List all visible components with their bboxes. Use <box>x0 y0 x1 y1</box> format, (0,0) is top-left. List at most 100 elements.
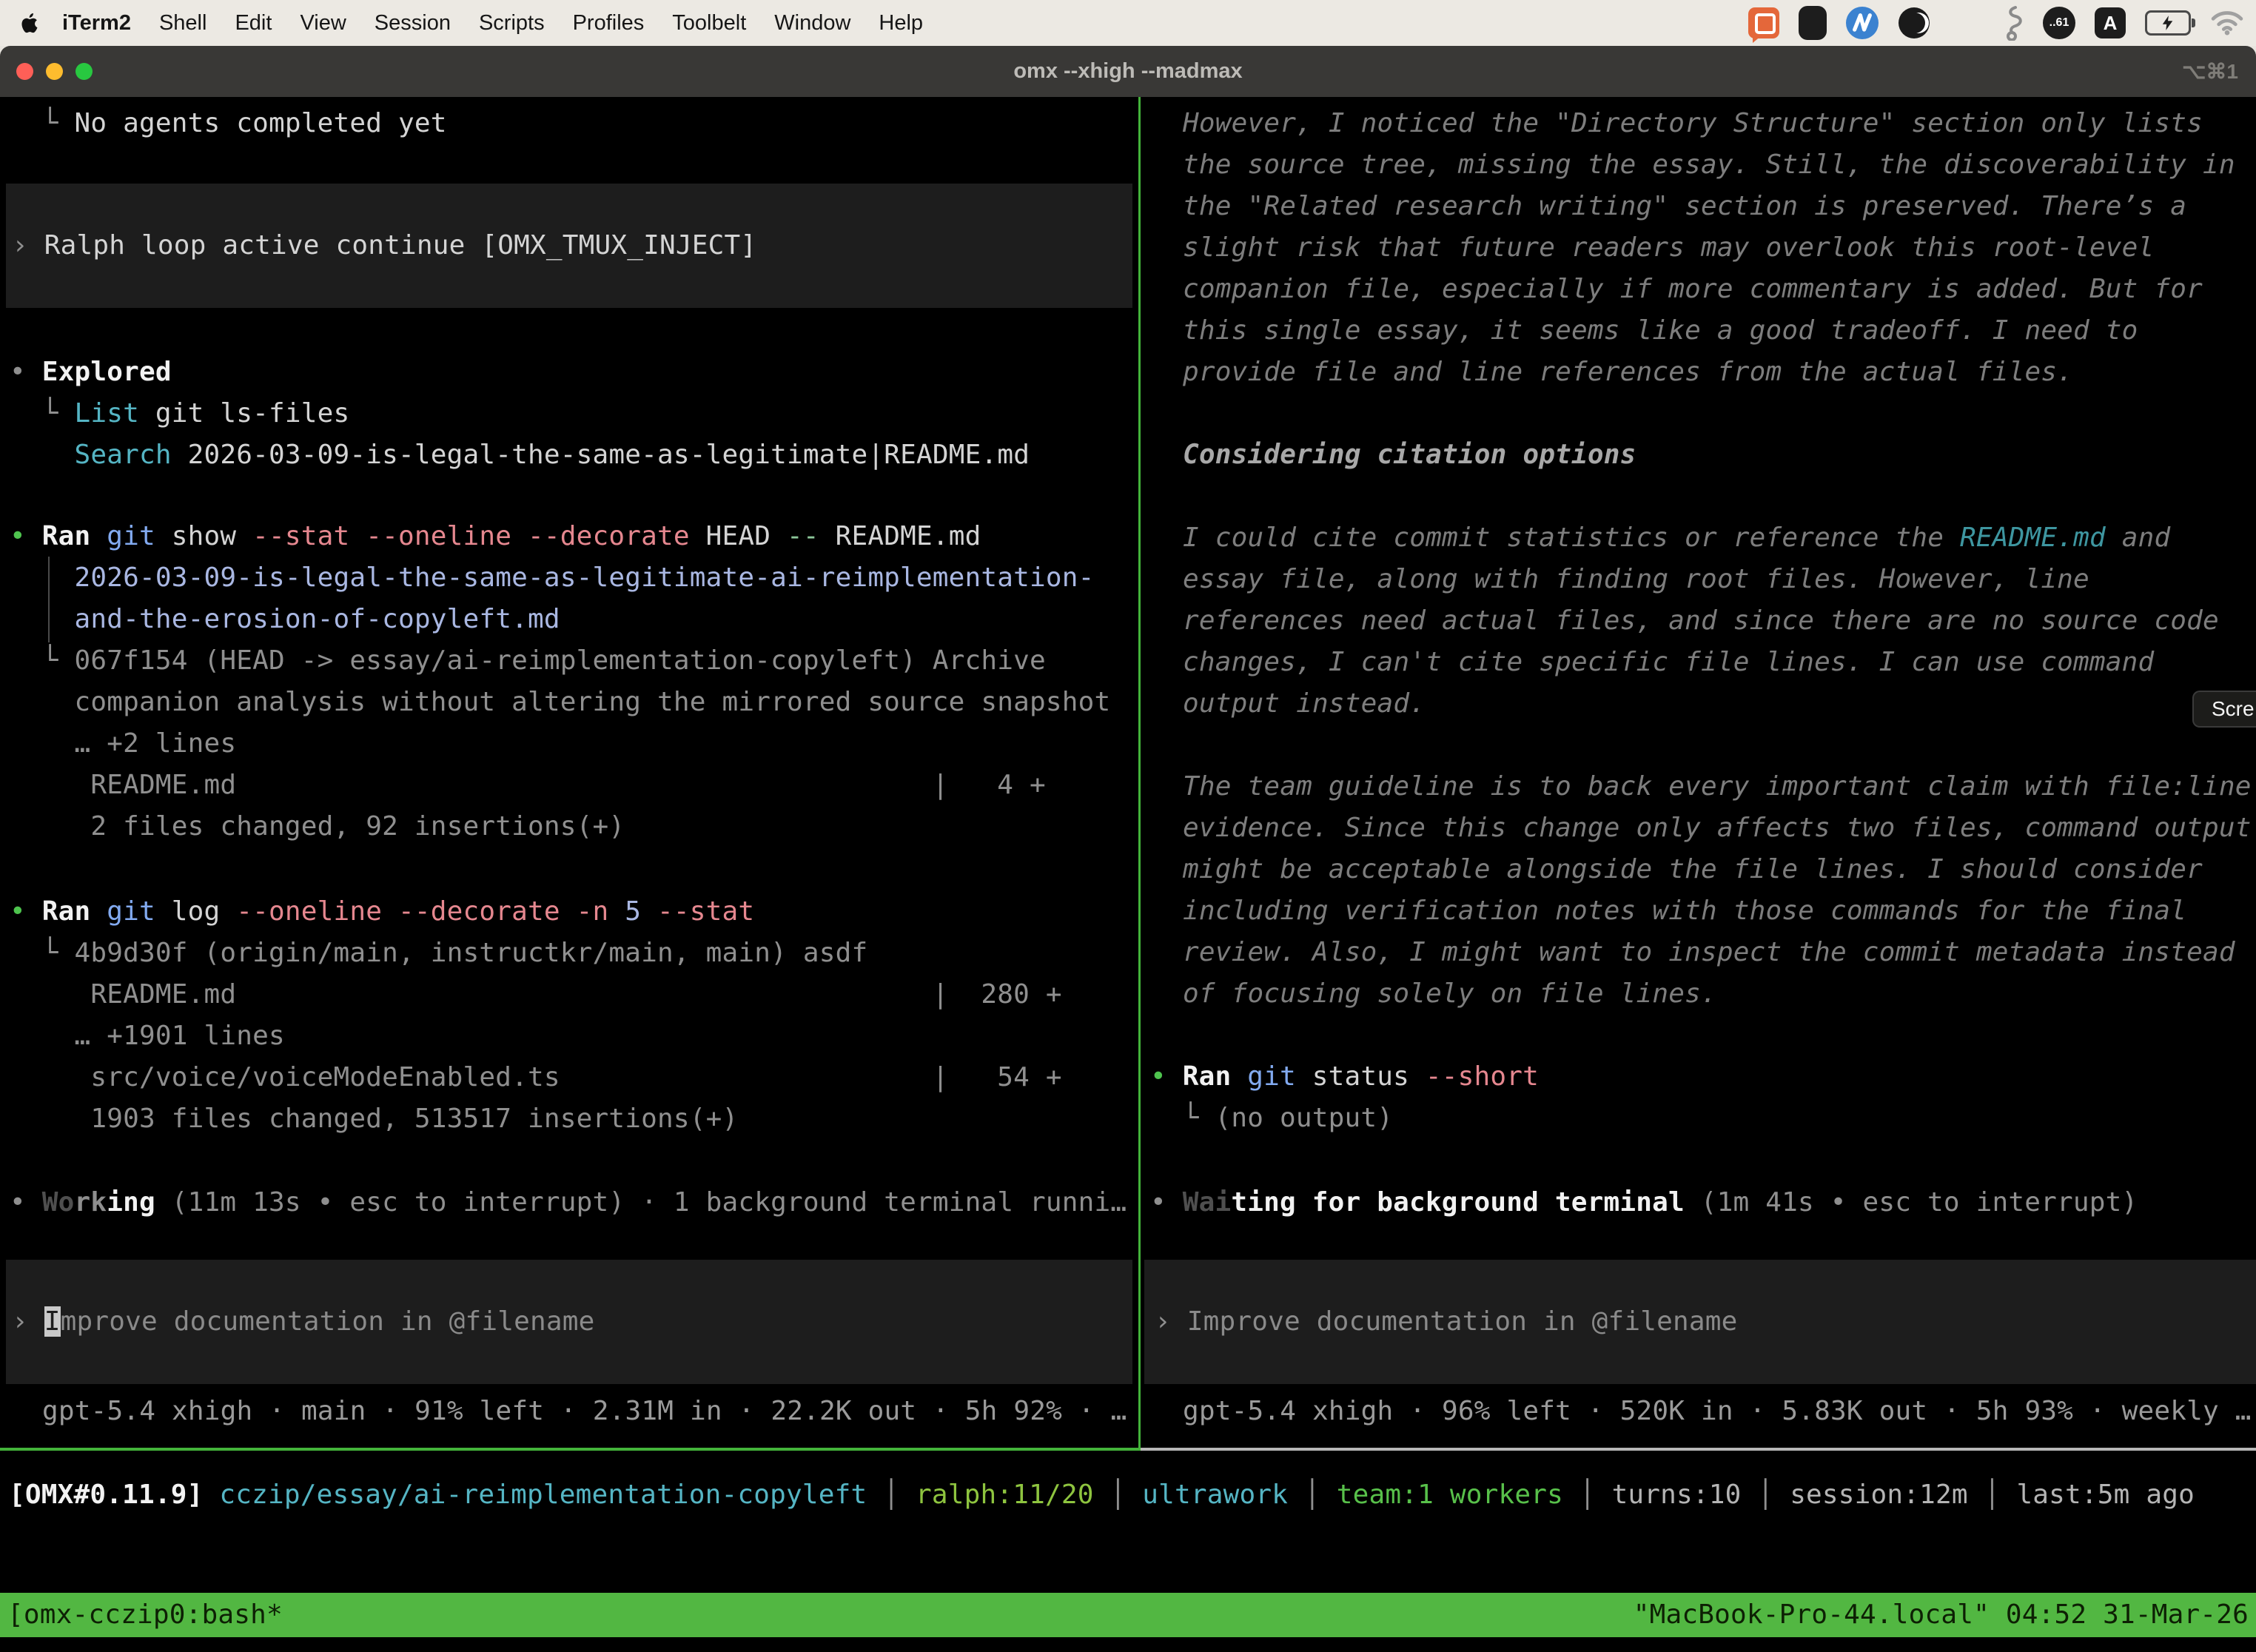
menu-item-edit[interactable]: Edit <box>235 11 272 36</box>
terminal-line: companion analysis without altering the … <box>10 682 1110 723</box>
terminal-line: slight risk that future readers may over… <box>1183 227 2235 269</box>
menu-item-view[interactable]: View <box>300 11 346 36</box>
terminal-line: … +2 lines <box>10 723 1110 765</box>
screen-capture-label: Scre <box>2212 697 2255 721</box>
squiggle-icon[interactable] <box>2001 5 2024 41</box>
terminal-line: review. Also, I might want to inspect th… <box>1183 932 2252 973</box>
inject-prompt-box[interactable]: › Ralph loop active continue [OMX_TMUX_I… <box>6 184 1132 308</box>
terminal-line: including verification notes with those … <box>1183 890 2252 932</box>
terminal-line: src/voice/voiceModeEnabled.ts | 54 + <box>10 1057 1062 1098</box>
wifi-icon[interactable] <box>2210 10 2244 36</box>
terminal-line: evidence. Since this change only affects… <box>1183 807 2252 849</box>
menu-bar: iTerm2 Shell Edit View Session Scripts Profile… <box>0 0 2256 46</box>
percent-badge-icon[interactable]: ..61 <box>2043 7 2075 39</box>
working-status-line: • Working (11m 13s • esc to interrupt) ·… <box>10 1182 1127 1223</box>
tmux-status-bar: [omx-cczip0:bash* "MacBook-Pro-44.local"… <box>0 1593 2256 1637</box>
terminal-line: references need actual files, and since … <box>1183 600 2219 642</box>
traffic-lights <box>16 46 93 97</box>
zoom-button[interactable] <box>75 63 93 80</box>
prompt-placeholder: mprove documentation in @filename <box>61 1306 595 1337</box>
terminal-line: and-the-erosion-of-copyleft.md <box>10 599 1110 640</box>
terminal-line: The team guideline is to back every impo… <box>1183 766 2252 807</box>
terminal-line: Search 2026-03-09-is-legal-the-same-as-l… <box>10 434 1030 476</box>
waiting-status-line: • Waiting for background terminal (1m 41… <box>1150 1182 2138 1223</box>
pane-divider-vertical[interactable] <box>1138 97 1141 1448</box>
window-titlebar[interactable]: omx --xhigh --madmax ⌥⌘1 <box>0 46 2256 97</box>
terminal-line: • Ran git log --oneline --decorate -n 5 … <box>10 891 1062 933</box>
minimize-button[interactable] <box>46 63 63 80</box>
inject-prompt-text: Ralph loop active continue [OMX_TMUX_INJ… <box>44 230 756 261</box>
git-log-block: • Ran git log --oneline --decorate -n 5 … <box>10 891 1062 1140</box>
prompt-chevron: › <box>12 230 44 261</box>
reasoning-paragraph-1: However, I noticed the "Directory Struct… <box>1183 103 2235 393</box>
apple-menu-icon[interactable] <box>19 10 41 36</box>
terminal-line: output instead. <box>1183 683 2219 725</box>
terminal-line: I could cite commit statistics or refere… <box>1183 517 2219 559</box>
prompt-chevron: › <box>12 1306 44 1337</box>
reasoning-paragraph-2: I could cite commit statistics or refere… <box>1183 517 2219 725</box>
keypad-icon[interactable] <box>1799 6 1827 40</box>
terminal-line: the source tree, missing the essay. Stil… <box>1183 144 2235 186</box>
input-source-icon[interactable]: A <box>2095 7 2126 38</box>
terminal-line: companion file, especially if more comme… <box>1183 269 2235 310</box>
terminal-content: └ No agents completed yet › Ralph loop a… <box>0 97 2256 1652</box>
screen-capture-button[interactable]: Scre <box>2192 691 2256 728</box>
right-prompt-input[interactable]: › Improve documentation in @filename <box>1144 1260 2256 1384</box>
git-show-block: • Ran git show --stat --oneline --decora… <box>10 516 1110 847</box>
menu-item-session[interactable]: Session <box>375 11 451 36</box>
terminal-line: └ 067f154 (HEAD -> essay/ai-reimplementa… <box>10 640 1110 682</box>
chat-icon[interactable] <box>1748 7 1779 38</box>
menu-item-scripts[interactable]: Scripts <box>479 11 545 36</box>
terminal-line: • Explored <box>10 352 1030 393</box>
omx-status-line: [OMX#0.11.9] cczip/essay/ai-reimplementa… <box>9 1474 2195 1516</box>
menu-item-window[interactable]: Window <box>774 11 850 36</box>
terminal-line: └ (no output) <box>1150 1098 1539 1139</box>
menu-item-shell[interactable]: Shell <box>159 11 207 36</box>
left-model-status: gpt-5.4 xhigh · main · 91% left · 2.31M … <box>42 1391 1127 1432</box>
terminal-line: changes, I can't cite specific file line… <box>1183 642 2219 683</box>
left-prompt-input[interactable]: › Improve documentation in @filename <box>6 1260 1132 1384</box>
desktop: iTerm2 Shell Edit View Session Scripts Profile… <box>0 0 2256 1652</box>
terminal-line: 1903 files changed, 513517 insertions(+) <box>10 1098 1062 1140</box>
menu-item-list: iTerm2 Shell Edit View Session Scripts Profile… <box>62 11 923 36</box>
explored-section: • Explored └ List git ls-files Search 20… <box>10 352 1030 476</box>
terminal-line: of focusing solely on file lines. <box>1183 973 2252 1015</box>
reasoning-heading: Considering citation options <box>1183 434 1636 476</box>
terminal-line: • Ran git status --short <box>1150 1056 1539 1098</box>
pie-icon[interactable] <box>1898 7 1930 39</box>
terminal-line: might be acceptable alongside the file l… <box>1183 849 2252 890</box>
terminal-line: the "Related research writing" section i… <box>1183 186 2235 227</box>
terminal-line: However, I noticed the "Directory Struct… <box>1183 103 2235 144</box>
window-title: omx --xhigh --madmax <box>1013 46 1242 97</box>
menu-item-profiles[interactable]: Profiles <box>573 11 645 36</box>
terminal-line: … +1901 lines <box>10 1015 1062 1057</box>
battery-icon[interactable] <box>2145 10 2191 36</box>
terminal-line: this single essay, it seems like a good … <box>1183 310 2235 352</box>
git-status-block: • Ran git status --short └ (no output) <box>1150 1056 1539 1139</box>
text-cursor: I <box>44 1306 61 1337</box>
pane-border-bottom-left <box>0 1448 1141 1451</box>
close-button[interactable] <box>16 63 33 80</box>
menubar-status-icons: ..61 A <box>1748 0 2244 46</box>
terminal-line: README.md | 280 + <box>10 974 1062 1015</box>
menu-item-help[interactable]: Help <box>879 11 923 36</box>
menu-item-iterm2[interactable]: iTerm2 <box>62 11 131 36</box>
terminal-line: • Ran git show --stat --oneline --decora… <box>10 516 1110 557</box>
tmux-host-clock: "MacBook-Pro-44.local" 04:52 31-Mar-26 <box>1634 1594 2249 1636</box>
terminal-line: 2026-03-09-is-legal-the-same-as-legitima… <box>10 557 1110 599</box>
pane-border-bottom-right <box>1141 1448 2256 1451</box>
agent-note: └ No agents completed yet <box>10 103 447 144</box>
right-model-status: gpt-5.4 xhigh · 96% left · 520K in · 5.8… <box>1183 1391 2252 1432</box>
terminal-line: 2 files changed, 92 insertions(+) <box>10 806 1110 847</box>
terminal-line: provide file and line references from th… <box>1183 352 2235 393</box>
tmux-session-window: [omx-cczip0:bash* <box>7 1594 283 1636</box>
terminal-line: └ List git ls-files <box>10 393 1030 434</box>
terminal-line: └ 4b9d30f (origin/main, instructkr/main,… <box>10 933 1062 974</box>
reasoning-paragraph-3: The team guideline is to back every impo… <box>1183 766 2252 1015</box>
terminal-line: README.md | 4 + <box>10 765 1110 806</box>
menu-item-toolbelt[interactable]: Toolbelt <box>672 11 746 36</box>
terminal-line: essay file, along with finding root file… <box>1183 559 2219 600</box>
dots-grid-icon[interactable] <box>1950 7 1982 39</box>
blue-badge-icon[interactable] <box>1846 7 1879 39</box>
window-shortcut-badge: ⌥⌘1 <box>2182 46 2238 97</box>
